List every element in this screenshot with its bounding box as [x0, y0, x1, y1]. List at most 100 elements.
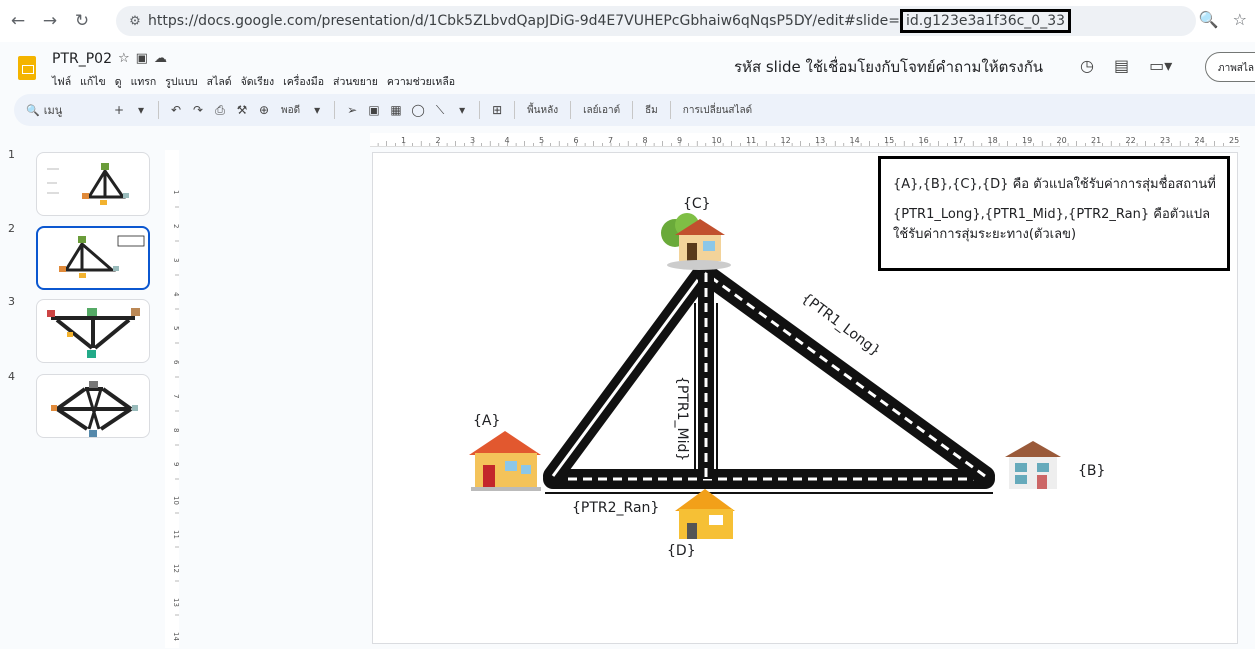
redo-icon[interactable]: ↷ — [187, 103, 209, 117]
history-icon[interactable]: ◷ — [1080, 56, 1094, 75]
label-ptr1-mid: {PTR1_Mid} — [674, 376, 690, 462]
ruler-number: 10 — [172, 496, 179, 505]
label-d: {D} — [667, 543, 696, 559]
zoom-icon[interactable]: 🔍 — [1199, 10, 1219, 29]
search-icon: 🔍 — [26, 103, 40, 117]
horizontal-ruler: 1 2 3 4 5 6 7 8 9 10 11 12 13 14 15 16 17 18 19 20 21 22 23 24 2… — [370, 133, 1240, 147]
thumbnail-slide-4[interactable] — [36, 374, 150, 438]
ruler-number: 6 — [172, 360, 179, 365]
divider — [632, 101, 634, 119]
theme-button[interactable]: ธีม — [645, 103, 658, 118]
star-icon[interactable]: ☆ — [118, 51, 136, 66]
divider — [669, 101, 671, 119]
paint-format-icon[interactable]: ⚒ — [231, 103, 253, 117]
ruler-number: 22 — [1126, 136, 1136, 145]
title-icons: ☆▣☁ — [118, 51, 173, 66]
zoom-dropdown-icon[interactable]: ▾ — [306, 103, 328, 117]
thumbnail-slide-3[interactable] — [36, 299, 150, 363]
meet-icon[interactable]: ▭▾ — [1149, 56, 1172, 75]
reload-icon[interactable]: ↻ — [68, 7, 96, 35]
ruler-number: 8 — [172, 428, 179, 432]
menu-file[interactable]: ไฟล์ — [52, 73, 71, 90]
ruler-number: 7 — [172, 394, 179, 398]
layout-button[interactable]: เลย์เอาต์ — [583, 103, 620, 118]
print-icon[interactable]: ⎙ — [209, 103, 231, 118]
divider — [479, 101, 481, 119]
shape-icon[interactable]: ◯ — [407, 103, 429, 117]
ruler-number: 25 — [1229, 136, 1239, 145]
info-line-1: {A},{B},{C},{D} คือ ตัวแปลใช้รับค่าการสุ… — [893, 177, 1216, 192]
new-slide-icon[interactable]: + — [108, 103, 130, 117]
text-box-icon[interactable]: ▣ — [363, 103, 385, 117]
slides-logo-icon[interactable] — [18, 56, 36, 80]
ruler-number: 14 — [850, 136, 860, 145]
site-settings-icon[interactable]: ⚙ — [122, 14, 148, 29]
transition-button[interactable]: การเปลี่ยนสไลด์ — [683, 103, 752, 118]
thumbnail-slide-2[interactable] — [36, 226, 150, 290]
menu-tools[interactable]: เครื่องมือ — [283, 73, 324, 90]
forward-icon[interactable]: → — [36, 7, 64, 35]
divider — [334, 101, 336, 119]
select-cursor-icon[interactable]: ➢ — [341, 103, 363, 117]
cloud-status-icon[interactable]: ☁ — [154, 51, 173, 66]
ruler-number: 1 — [401, 136, 406, 145]
slide-thumbnail-panel: 1 2 3 4 — [0, 140, 160, 648]
ruler-number: 14 — [172, 632, 179, 641]
ruler-number: 23 — [1160, 136, 1170, 145]
app-header: PTR_P02 ☆▣☁ ไฟล์ แก้ไข ดู แทรก รูปแบบ สไ… — [0, 42, 1255, 92]
menu-view[interactable]: ดู — [115, 73, 122, 90]
divider — [514, 101, 516, 119]
ruler-number: 13 — [815, 136, 825, 145]
document-title[interactable]: PTR_P02 — [52, 51, 112, 67]
address-bar[interactable]: ⚙ https://docs.google.com/presentation/d… — [116, 6, 1196, 36]
thumbnail-number: 3 — [8, 295, 15, 308]
line-dropdown-icon[interactable]: ▾ — [451, 103, 473, 117]
ruler-number: 16 — [919, 136, 929, 145]
ruler-number: 18 — [988, 136, 998, 145]
comments-icon[interactable]: ▤ — [1114, 56, 1129, 75]
menu-search[interactable]: 🔍 เมนู — [26, 101, 108, 119]
menu-search-label: เมนู — [43, 104, 63, 117]
ruler-number: 10 — [712, 136, 722, 145]
menu-arrange[interactable]: จัดเรียง — [241, 73, 274, 90]
slideshow-button[interactable]: ภาพสไล — [1205, 52, 1255, 82]
divider — [570, 101, 572, 119]
menu-insert[interactable]: แทรก — [131, 73, 157, 90]
ruler-number: 5 — [172, 326, 179, 330]
line-icon[interactable]: ⟍ — [429, 103, 451, 118]
insert-comment-icon[interactable]: ⊞ — [486, 103, 508, 117]
house-d-icon — [675, 489, 735, 539]
info-textbox[interactable]: {A},{B},{C},{D} คือ ตัวแปลใช้รับค่าการสุ… — [878, 156, 1230, 271]
label-c: {C} — [683, 196, 711, 212]
road-triangle — [543, 263, 995, 494]
ruler-number: 11 — [172, 530, 179, 539]
ruler-number: 9 — [677, 136, 682, 145]
divider — [158, 101, 159, 119]
menu-bar: ไฟล์ แก้ไข ดู แทรก รูปแบบ สไลด์ จัดเรียง… — [52, 73, 455, 90]
info-line-2: {PTR1_Long},{PTR1_Mid},{PTR2_Ran} คือตัว… — [893, 207, 1211, 242]
ruler-number: 3 — [470, 136, 475, 145]
house-b-icon — [1005, 441, 1061, 489]
menu-help[interactable]: ความช่วยเหลือ — [387, 73, 455, 90]
zoom-select[interactable]: พอดี — [281, 103, 300, 118]
zoom-icon-toolbar[interactable]: ⊕ — [253, 103, 275, 117]
thumbnail-slide-1[interactable] — [36, 152, 150, 216]
ruler-number: 24 — [1195, 136, 1205, 145]
menu-format[interactable]: รูปแบบ — [165, 73, 197, 90]
thumbnail-number: 1 — [8, 148, 15, 161]
menu-edit[interactable]: แก้ไข — [80, 73, 106, 90]
undo-icon[interactable]: ↶ — [165, 103, 187, 117]
new-slide-dropdown-icon[interactable]: ▾ — [130, 103, 152, 117]
url-slide-id-highlight: id.g123e3a1f36c_0_33 — [900, 9, 1072, 33]
ruler-number: 2 — [172, 224, 179, 228]
menu-slide[interactable]: สไลด์ — [207, 73, 232, 90]
header-note: รหัส slide ใช้เชื่อมโยงกับโจทย์คำถามให้ต… — [734, 58, 1044, 76]
ruler-number: 12 — [781, 136, 791, 145]
back-icon[interactable]: ← — [4, 7, 32, 35]
background-button[interactable]: พื้นหลัง — [527, 103, 558, 118]
bookmark-star-icon[interactable]: ☆ — [1233, 10, 1247, 29]
image-icon[interactable]: ▦ — [385, 103, 407, 117]
move-folder-icon[interactable]: ▣ — [136, 51, 154, 66]
menu-extensions[interactable]: ส่วนขยาย — [333, 73, 378, 90]
browser-toolbar: ← → ↻ ⚙ https://docs.google.com/presenta… — [0, 0, 1255, 42]
